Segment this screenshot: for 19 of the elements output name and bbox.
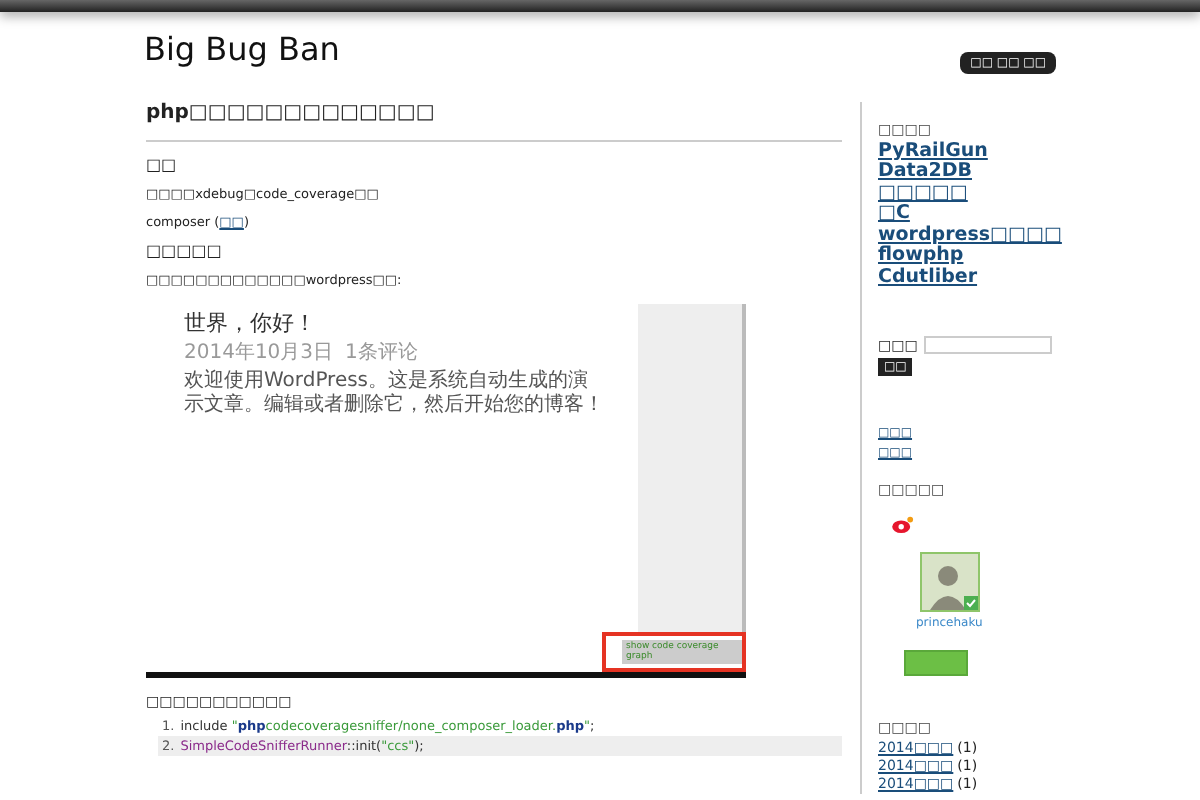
sidebar-link[interactable]: wordpress□□□□: [878, 225, 1062, 247]
sidebar-link[interactable]: PyRailGun: [878, 142, 988, 163]
site-title[interactable]: Big Bug Ban: [144, 30, 340, 68]
sidebar-link[interactable]: □□□□□: [878, 183, 968, 205]
follow-button[interactable]: [904, 650, 968, 677]
section-heading: □□□□□: [146, 242, 224, 260]
sidebar-link[interactable]: Data2DB: [878, 162, 972, 184]
eye-icon: [892, 516, 914, 535]
blog-post-title: 世界，你好！: [184, 308, 318, 338]
post-title: php□□□□□□□□□□□□□: [146, 102, 437, 124]
search-field[interactable]: [923, 336, 1052, 355]
sidebar-link[interactable]: □C: [878, 204, 910, 226]
blog-post-text: 欢迎使用WordPress。这是系统自动生成的演示文章。编辑或者删除它，然后开始您的博客！: [184, 370, 604, 418]
post-date: 2014年10月3日: [184, 340, 334, 366]
avatar-icon: [919, 552, 980, 613]
comment-count: 1条评论: [345, 340, 418, 366]
sidebar-link[interactable]: flowphp: [878, 246, 964, 268]
sidebar-link[interactable]: Cdutliber: [878, 267, 978, 289]
section-heading: □□: [146, 156, 179, 174]
